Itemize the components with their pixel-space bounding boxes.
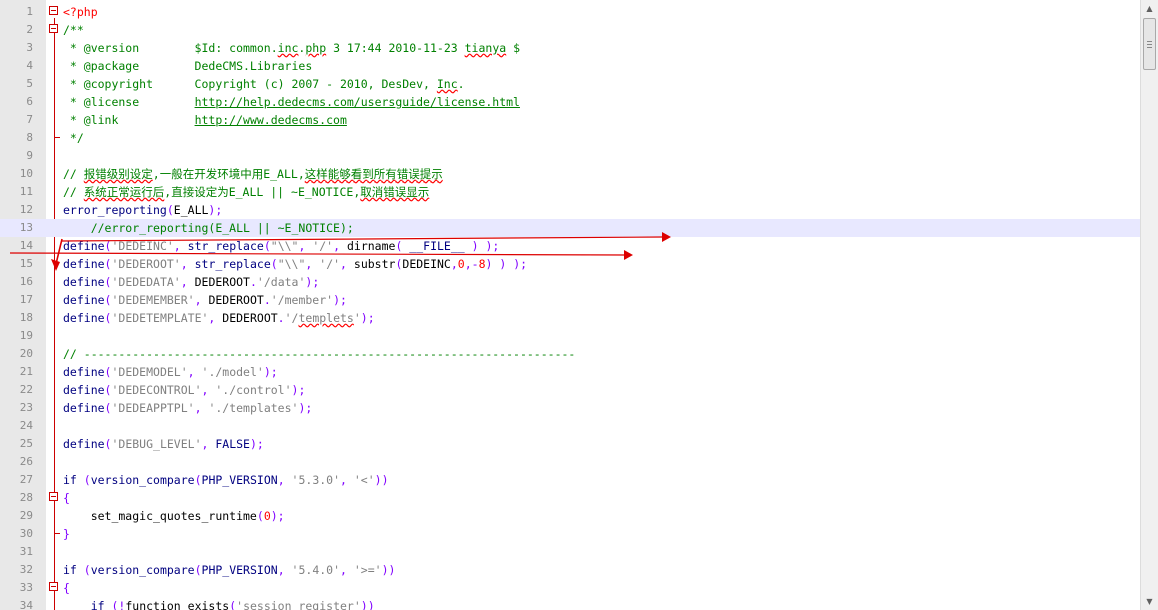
arrow-head-3 <box>51 259 60 271</box>
arrow-head-1 <box>662 232 671 242</box>
scroll-down-icon[interactable]: ▼ <box>1141 593 1158 610</box>
arrow-line-2 <box>9 252 627 256</box>
grip-icon <box>1147 41 1152 42</box>
arrow-head-2 <box>624 250 633 260</box>
scroll-up-icon[interactable]: ▲ <box>1141 0 1158 17</box>
arrow-line-3 <box>55 238 63 265</box>
code-editor[interactable]: 1 <?php 2/** 3 * @version $Id: common.inc.p… <box>0 0 1158 610</box>
scroll-thumb[interactable] <box>1143 18 1156 70</box>
grip-icon <box>1147 44 1152 45</box>
vertical-scrollbar[interactable]: ▲ ▼ <box>1140 0 1158 610</box>
red-annotation-arrows <box>9 232 671 271</box>
arrow-line-1 <box>61 236 663 242</box>
grip-icon <box>1147 47 1152 48</box>
